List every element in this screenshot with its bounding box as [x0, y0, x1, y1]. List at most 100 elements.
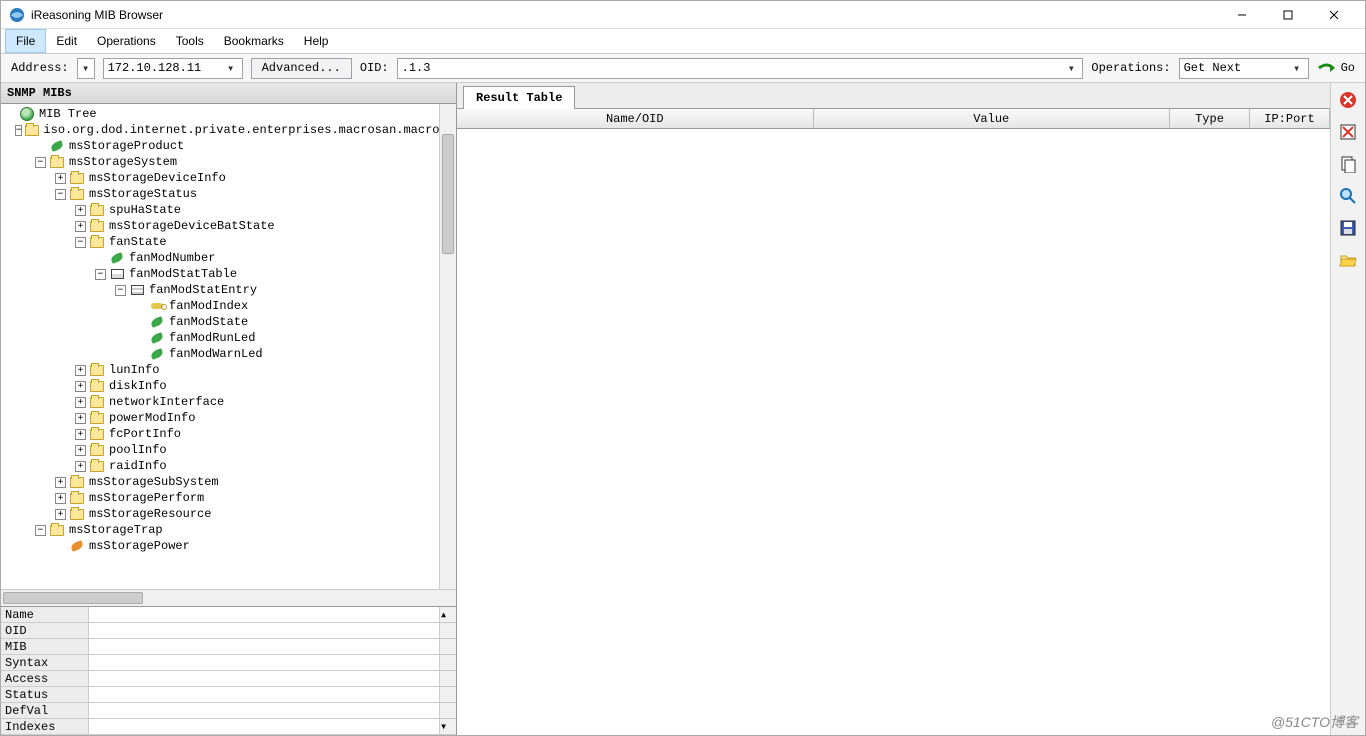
- expand-toggle[interactable]: −: [15, 125, 22, 136]
- tree-node-path[interactable]: iso.org.dod.internet.private.enterprises…: [43, 123, 456, 137]
- tree-node-msStorageTrap[interactable]: msStorageTrap: [69, 523, 163, 537]
- expand-toggle[interactable]: +: [75, 445, 86, 456]
- tree-horizontal-scrollbar[interactable]: [1, 589, 456, 606]
- right-pane: Result Table Name/OID Value Type IP:Port: [457, 83, 1365, 735]
- col-ipport[interactable]: IP:Port: [1250, 109, 1330, 128]
- mib-tree[interactable]: MIB Tree − iso.org.dod.internet.private.e…: [1, 104, 456, 589]
- col-type[interactable]: Type: [1170, 109, 1250, 128]
- tree-node-fanModNumber[interactable]: fanModNumber: [129, 251, 215, 265]
- folder-icon: [89, 203, 105, 217]
- operations-combo[interactable]: Get Next ▾: [1179, 58, 1309, 79]
- prop-val-syntax: [89, 655, 439, 670]
- expand-toggle[interactable]: −: [115, 285, 126, 296]
- tree-node-msStorageSubSystem[interactable]: msStorageSubSystem: [89, 475, 219, 489]
- props-scroll-down[interactable]: ▾: [439, 719, 456, 734]
- expand-toggle[interactable]: +: [75, 205, 86, 216]
- menubar: File Edit Operations Tools Bookmarks Hel…: [1, 29, 1365, 53]
- chevron-down-icon: ▾: [82, 61, 90, 76]
- expand-toggle[interactable]: −: [35, 525, 46, 536]
- tree-node-lunInfo[interactable]: lunInfo: [109, 363, 159, 377]
- tree-node-raidInfo[interactable]: raidInfo: [109, 459, 167, 473]
- tree-node-poolInfo[interactable]: poolInfo: [109, 443, 167, 457]
- tree-node-msStorageProduct[interactable]: msStorageProduct: [69, 139, 184, 153]
- tree-node-diskInfo[interactable]: diskInfo: [109, 379, 167, 393]
- expand-toggle[interactable]: +: [75, 381, 86, 392]
- open-folder-icon[interactable]: [1337, 249, 1359, 271]
- leaf-icon: [69, 539, 85, 553]
- tree-node-msStorageDeviceBatState[interactable]: msStorageDeviceBatState: [109, 219, 275, 233]
- clear-table-icon[interactable]: [1337, 121, 1359, 143]
- prop-val-mib: [89, 639, 439, 654]
- tree-node-powerModInfo[interactable]: powerModInfo: [109, 411, 195, 425]
- tree-node-msStorageResource[interactable]: msStorageResource: [89, 507, 211, 521]
- tree-node-fanModIndex[interactable]: fanModIndex: [169, 299, 248, 313]
- tree-node-fcPortInfo[interactable]: fcPortInfo: [109, 427, 181, 441]
- go-arrow-icon: [1317, 60, 1337, 76]
- expand-toggle[interactable]: +: [55, 173, 66, 184]
- prop-key-indexes: Indexes: [1, 719, 89, 734]
- delete-icon[interactable]: [1337, 89, 1359, 111]
- key-icon: [149, 299, 165, 313]
- menu-tools[interactable]: Tools: [166, 29, 214, 53]
- menu-file[interactable]: File: [5, 29, 46, 53]
- minimize-button[interactable]: [1219, 1, 1265, 29]
- col-name-oid[interactable]: Name/OID: [457, 109, 814, 128]
- tree-node-msStorageDeviceInfo[interactable]: msStorageDeviceInfo: [89, 171, 226, 185]
- tree-node-spuHaState[interactable]: spuHaState: [109, 203, 181, 217]
- copy-icon[interactable]: [1337, 153, 1359, 175]
- tree-node-networkInterface[interactable]: networkInterface: [109, 395, 224, 409]
- table-icon: [109, 267, 125, 281]
- menu-help[interactable]: Help: [294, 29, 339, 53]
- search-icon[interactable]: [1337, 185, 1359, 207]
- save-icon[interactable]: [1337, 217, 1359, 239]
- tree-node-msStorageStatus[interactable]: msStorageStatus: [89, 187, 197, 201]
- tree-node-msStorageSystem[interactable]: msStorageSystem: [69, 155, 177, 169]
- expand-toggle[interactable]: +: [55, 493, 66, 504]
- advanced-button[interactable]: Advanced...: [251, 58, 352, 79]
- prop-val-defval: [89, 703, 439, 718]
- go-button[interactable]: Go: [1317, 60, 1355, 76]
- expand-toggle[interactable]: +: [75, 221, 86, 232]
- tree-node-fanModStatEntry[interactable]: fanModStatEntry: [149, 283, 257, 297]
- expand-toggle[interactable]: −: [75, 237, 86, 248]
- window-title: iReasoning MIB Browser: [31, 8, 1219, 22]
- result-grid-body[interactable]: [457, 129, 1330, 735]
- tree-node-fanModRunLed[interactable]: fanModRunLed: [169, 331, 255, 345]
- expand-toggle[interactable]: +: [75, 429, 86, 440]
- oid-value: .1.3: [402, 61, 431, 75]
- tree-root-icon: [19, 107, 35, 121]
- menu-bookmarks[interactable]: Bookmarks: [214, 29, 294, 53]
- expand-toggle[interactable]: −: [55, 189, 66, 200]
- expand-toggle[interactable]: +: [75, 413, 86, 424]
- tree-node-msStoragePower[interactable]: msStoragePower: [89, 539, 190, 553]
- address-history-dropdown[interactable]: ▾: [77, 58, 95, 79]
- expand-toggle[interactable]: −: [35, 157, 46, 168]
- maximize-button[interactable]: [1265, 1, 1311, 29]
- col-value[interactable]: Value: [814, 109, 1171, 128]
- oid-field[interactable]: .1.3 ▾: [397, 58, 1084, 79]
- expand-toggle[interactable]: +: [75, 397, 86, 408]
- tree-node-fanState[interactable]: fanState: [109, 235, 167, 249]
- entry-icon: [129, 283, 145, 297]
- tree-vertical-scrollbar[interactable]: [439, 104, 456, 589]
- tree-node-msStoragePerform[interactable]: msStoragePerform: [89, 491, 204, 505]
- tree-root[interactable]: MIB Tree: [39, 107, 97, 121]
- oid-label: OID:: [360, 61, 389, 75]
- expand-toggle[interactable]: +: [75, 461, 86, 472]
- operations-label: Operations:: [1091, 61, 1170, 75]
- expand-toggle[interactable]: +: [55, 477, 66, 488]
- tree-node-fanModWarnLed[interactable]: fanModWarnLed: [169, 347, 263, 361]
- tree-node-fanModStatTable[interactable]: fanModStatTable: [129, 267, 237, 281]
- expand-toggle[interactable]: +: [55, 509, 66, 520]
- address-combo[interactable]: 172.10.128.11 ▾: [103, 58, 243, 79]
- expand-toggle[interactable]: +: [75, 365, 86, 376]
- folder-icon: [49, 523, 65, 537]
- expand-toggle[interactable]: −: [95, 269, 106, 280]
- menu-edit[interactable]: Edit: [46, 29, 87, 53]
- folder-icon: [89, 219, 105, 233]
- close-button[interactable]: [1311, 1, 1357, 29]
- menu-operations[interactable]: Operations: [87, 29, 166, 53]
- tree-node-fanModState[interactable]: fanModState: [169, 315, 248, 329]
- tab-result-table[interactable]: Result Table: [463, 86, 575, 109]
- props-scroll-up[interactable]: ▴: [439, 607, 456, 622]
